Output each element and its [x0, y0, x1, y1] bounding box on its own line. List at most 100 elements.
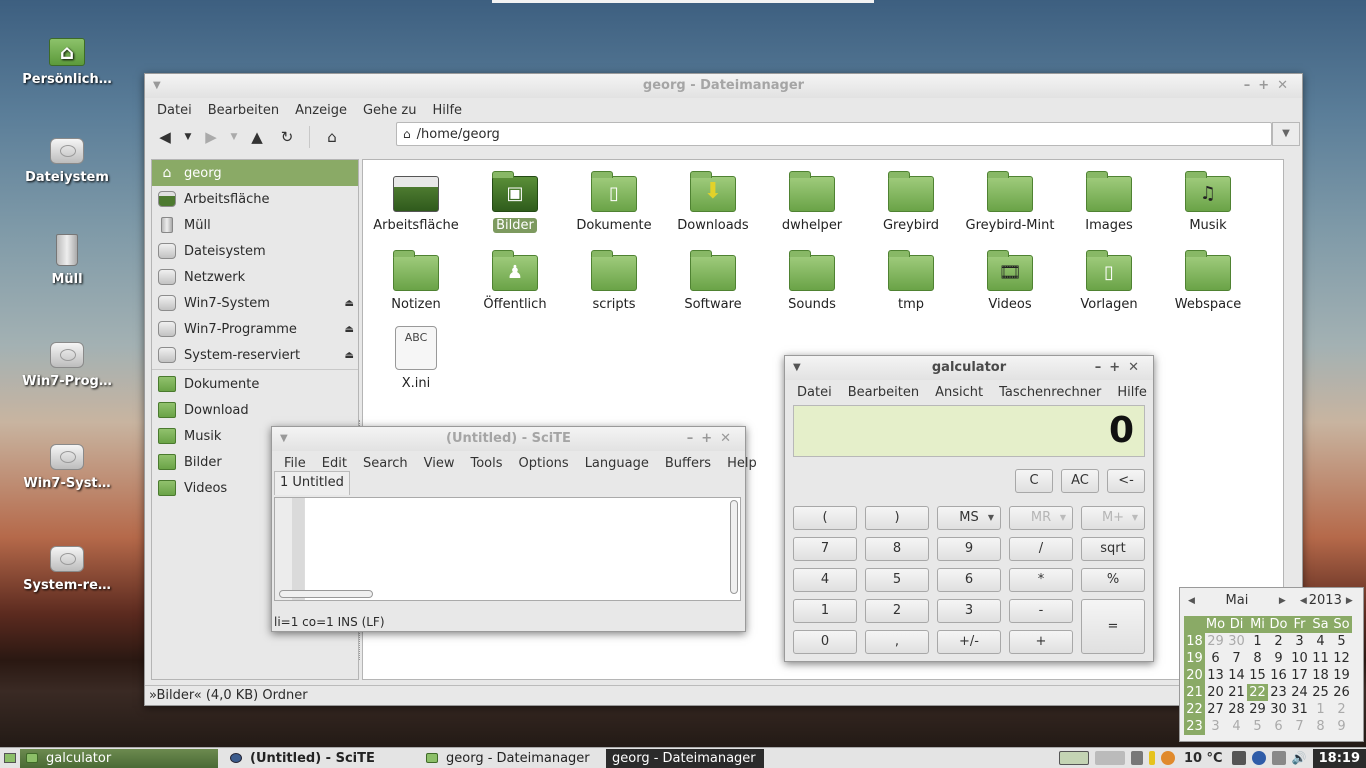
forward-arrow-icon[interactable]: ▶ [197, 124, 225, 150]
calendar-day[interactable]: 11 [1310, 650, 1331, 667]
vertical-scrollbar[interactable] [730, 500, 738, 594]
memory-add-button[interactable]: M+ ▼ [1081, 506, 1145, 530]
close-paren-button[interactable]: ) [865, 506, 929, 530]
desktop-icon-win7-programs[interactable]: Win7-Prog… [14, 338, 120, 389]
calendar-day[interactable]: 26 [1331, 684, 1352, 701]
digit-6-button[interactable]: 6 [937, 568, 1001, 592]
home-icon[interactable]: ⌂ [318, 124, 346, 150]
desktop-icon-home[interactable]: Persönlich… [14, 34, 120, 87]
calendar-day[interactable]: 12 [1331, 650, 1352, 667]
calendar-day[interactable]: 3 [1289, 633, 1310, 650]
window-menu-icon[interactable]: ▼ [280, 427, 288, 451]
multiply-button[interactable]: * [1009, 568, 1073, 592]
task-file-manager-2[interactable]: georg - Dateimanager [606, 748, 764, 768]
file-item-downloads[interactable]: ⬇ Downloads [664, 160, 762, 233]
memory-store-button[interactable]: MS ▼ [937, 506, 1001, 530]
menu-help[interactable]: Help [719, 456, 765, 471]
calendar-day[interactable]: 9 [1331, 718, 1352, 735]
sqrt-button[interactable]: sqrt [1081, 537, 1145, 561]
eject-icon[interactable]: ⏏ [345, 298, 354, 309]
desktop-icon-system-reserved[interactable]: System-re… [14, 542, 120, 593]
prev-year-icon[interactable]: ◀ [1294, 596, 1309, 606]
next-month-icon[interactable]: ▶ [1271, 596, 1294, 606]
scite-titlebar[interactable]: ▼ (Untitled) - SciTE –+✕ [272, 427, 745, 451]
menu-datei[interactable]: Datei [789, 385, 840, 400]
volume-icon[interactable]: 🔊 [1292, 751, 1307, 765]
add-button[interactable]: + [1009, 630, 1073, 654]
menu-tools[interactable]: Tools [462, 456, 510, 471]
calendar-day[interactable]: 6 [1205, 650, 1226, 667]
file-item-oeffentlich[interactable]: ♟ Öffentlich [466, 239, 564, 312]
menu-anzeige[interactable]: Anzeige [287, 103, 355, 118]
digit-2-button[interactable]: 2 [865, 599, 929, 623]
file-item-bilder[interactable]: ▣ Bilder [466, 160, 564, 233]
calendar-day[interactable]: 14 [1226, 667, 1247, 684]
calendar-day[interactable]: 28 [1226, 701, 1247, 718]
calendar-day[interactable]: 8 [1310, 718, 1331, 735]
parent-folder-arrow-icon[interactable]: ▲ [243, 124, 271, 150]
calendar-day[interactable]: 30 [1226, 633, 1247, 650]
sidebar-item-arbeitsflaeche[interactable]: Arbeitsfläche [152, 186, 358, 212]
calendar-day[interactable]: 8 [1247, 650, 1268, 667]
calendar-day[interactable]: 16 [1268, 667, 1289, 684]
calendar-day[interactable]: 3 [1205, 718, 1226, 735]
calendar-day[interactable]: 1 [1310, 701, 1331, 718]
file-item-tmp[interactable]: tmp [862, 239, 960, 312]
file-item-greybird[interactable]: Greybird [862, 160, 960, 233]
percent-button[interactable]: % [1081, 568, 1145, 592]
equals-button[interactable]: = [1081, 599, 1145, 654]
sidebar-item-download[interactable]: Download [152, 397, 358, 423]
horizontal-scrollbar[interactable] [279, 590, 373, 598]
file-item-greybird-mint[interactable]: Greybird-Mint [961, 160, 1059, 233]
file-item-vorlagen[interactable]: ▯ Vorlagen [1060, 239, 1158, 312]
calendar-day[interactable]: 31 [1289, 701, 1310, 718]
keyboard-icon[interactable] [1271, 751, 1286, 765]
calendar-day[interactable]: 30 [1268, 701, 1289, 718]
eject-icon[interactable]: ⏏ [345, 324, 354, 335]
next-year-icon[interactable]: ▶ [1342, 596, 1361, 606]
menu-gehe-zu[interactable]: Gehe zu [355, 103, 425, 118]
calendar-day[interactable]: 27 [1205, 701, 1226, 718]
window-controls[interactable]: –+✕ [1095, 356, 1147, 380]
open-paren-button[interactable]: ( [793, 506, 857, 530]
calendar-day[interactable]: 5 [1247, 718, 1268, 735]
back-history-chevron-icon[interactable]: ▼ [181, 124, 195, 150]
file-item-arbeitsflaeche[interactable]: Arbeitsfläche [367, 160, 465, 233]
calendar-day[interactable]: 21 [1226, 684, 1247, 701]
location-dropdown-icon[interactable]: ▼ [1272, 122, 1300, 146]
backspace-button[interactable]: <- [1107, 469, 1145, 493]
calendar-day[interactable]: 7 [1226, 650, 1247, 667]
digit-4-button[interactable]: 4 [793, 568, 857, 592]
sidebar-item-muell[interactable]: Müll [152, 212, 358, 238]
file-item-software[interactable]: Software [664, 239, 762, 312]
menu-buffers[interactable]: Buffers [657, 456, 719, 471]
decimal-button[interactable]: , [865, 630, 929, 654]
menu-hilfe[interactable]: Hilfe [424, 103, 470, 118]
calendar-day[interactable]: 18 [1310, 667, 1331, 684]
sidebar-item-win7-programme[interactable]: Win7-Programme ⏏ [152, 316, 358, 342]
calendar-day[interactable]: 20 [1205, 684, 1226, 701]
calendar-day[interactable]: 2 [1331, 701, 1352, 718]
calendar-day[interactable]: 15 [1247, 667, 1268, 684]
editor-area[interactable] [274, 497, 741, 601]
sidebar-item-dokumente[interactable]: Dokumente [152, 371, 358, 397]
sidebar-item-dateisystem[interactable]: Dateisystem [152, 238, 358, 264]
menu-datei[interactable]: Datei [149, 103, 200, 118]
menu-search[interactable]: Search [355, 456, 416, 471]
file-item-videos[interactable]: 🎞 Videos [961, 239, 1059, 312]
calendar-day[interactable]: 4 [1226, 718, 1247, 735]
desktop-icon-win7-system[interactable]: Win7-Syst… [14, 440, 120, 491]
window-controls[interactable]: –+✕ [1244, 74, 1296, 98]
desktop-icon-trash[interactable]: Müll [14, 234, 120, 287]
negate-button[interactable]: +/- [937, 630, 1001, 654]
file-item-notizen[interactable]: Notizen [367, 239, 465, 312]
clock[interactable]: 18:19 [1312, 748, 1366, 768]
calendar-day[interactable]: 6 [1268, 718, 1289, 735]
menu-language[interactable]: Language [577, 456, 657, 471]
file-item-dwhelper[interactable]: dwhelper [763, 160, 861, 233]
location-bar[interactable]: ⌂ /home/georg [396, 122, 1272, 146]
file-manager-titlebar[interactable]: ▼ georg - Dateimanager –+✕ [145, 74, 1302, 98]
calendar-day[interactable]: 29 [1247, 701, 1268, 718]
subtract-button[interactable]: - [1009, 599, 1073, 623]
menu-edit[interactable]: Edit [314, 456, 355, 471]
